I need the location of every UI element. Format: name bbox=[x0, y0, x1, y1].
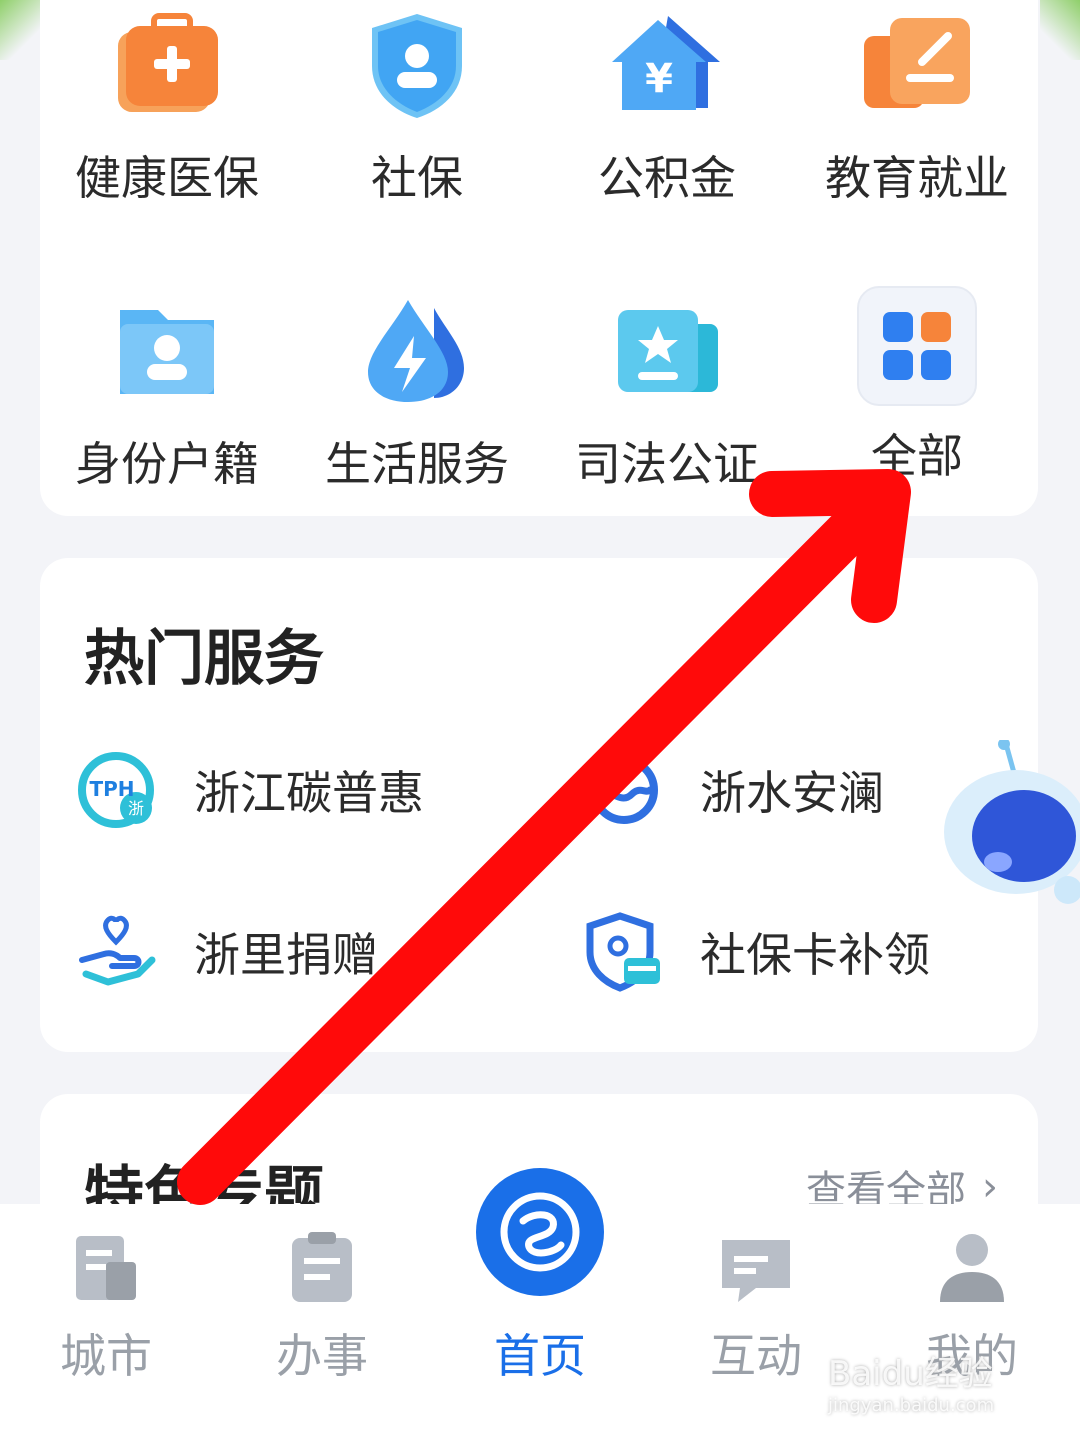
service-label: 社保 bbox=[371, 151, 463, 205]
hot-item-ss-card-reissue[interactable]: 社保卡补领 bbox=[584, 912, 930, 992]
service-identity-household[interactable]: 身份户籍 bbox=[42, 296, 292, 494]
service-label: 全部 bbox=[871, 429, 963, 483]
grid-all-icon bbox=[857, 286, 977, 406]
hot-item-label: 浙里捐赠 bbox=[194, 928, 378, 982]
tab-label: 互动 bbox=[710, 1329, 802, 1383]
star-badge-icon bbox=[612, 296, 722, 406]
service-education-employment[interactable]: 教育就业 bbox=[792, 10, 1042, 208]
clipboard-icon bbox=[282, 1228, 362, 1308]
city-icon bbox=[66, 1228, 146, 1308]
service-grid-card: 健康医保 社保 ¥ 公积金 教育就业 身份户籍 生活服务 司法公证 全部 bbox=[40, 0, 1038, 516]
service-health-insurance[interactable]: 健康医保 bbox=[42, 10, 292, 208]
service-judicial-notary[interactable]: 司法公证 bbox=[542, 296, 792, 494]
baidu-watermark: Baidu经验 jingyan.baidu.com bbox=[828, 1346, 1028, 1416]
watermark-brand: Baidu经验 bbox=[828, 1354, 993, 1394]
service-life-services[interactable]: 生活服务 bbox=[292, 296, 542, 494]
tab-home[interactable]: 首页 bbox=[440, 1308, 640, 1386]
tab-interact[interactable]: 互动 bbox=[656, 1228, 856, 1386]
home-logo-icon bbox=[500, 1192, 580, 1272]
background-leaf-decoration bbox=[1040, 0, 1080, 60]
service-label: 教育就业 bbox=[825, 151, 1009, 205]
hot-item-water-safety[interactable]: 浙水安澜 bbox=[584, 750, 884, 830]
hot-item-carbon-inclusion[interactable]: TPH 浙 浙江碳普惠 bbox=[78, 750, 424, 830]
hot-item-label: 浙江碳普惠 bbox=[194, 766, 424, 820]
tab-label: 首页 bbox=[494, 1329, 586, 1383]
tab-city[interactable]: 城市 bbox=[6, 1228, 206, 1386]
svg-text:¥: ¥ bbox=[645, 56, 673, 102]
hot-item-donation[interactable]: 浙里捐赠 bbox=[78, 912, 378, 992]
chat-icon bbox=[716, 1228, 796, 1308]
service-label: 生活服务 bbox=[325, 437, 509, 491]
tab-services[interactable]: 办事 bbox=[222, 1228, 422, 1386]
service-label: 公积金 bbox=[598, 151, 736, 205]
tab-label: 办事 bbox=[276, 1329, 368, 1383]
hot-item-label: 社保卡补领 bbox=[700, 928, 930, 982]
id-folder-icon bbox=[112, 296, 222, 406]
background-leaf-decoration bbox=[0, 0, 40, 60]
medical-kit-icon bbox=[112, 10, 222, 120]
hot-services-card: 热门服务 TPH 浙 浙江碳普惠 浙水安澜 浙里捐赠 社保卡补领 bbox=[40, 558, 1038, 1052]
certificate-pen-icon bbox=[862, 10, 972, 120]
user-icon bbox=[932, 1228, 1012, 1308]
svg-text:浙: 浙 bbox=[128, 799, 144, 818]
service-label: 司法公证 bbox=[575, 437, 759, 491]
svg-text:TPH: TPH bbox=[89, 777, 134, 801]
home-logo-button[interactable] bbox=[476, 1168, 604, 1296]
shield-person-icon bbox=[362, 10, 472, 120]
section-title: 热门服务 bbox=[84, 624, 324, 694]
water-wave-icon bbox=[584, 750, 664, 830]
house-yen-icon: ¥ bbox=[612, 10, 722, 120]
assistant-robot-button[interactable] bbox=[940, 738, 1080, 940]
service-social-security[interactable]: 社保 bbox=[292, 10, 542, 208]
shield-card-icon bbox=[584, 912, 664, 992]
service-housing-fund[interactable]: ¥ 公积金 bbox=[542, 10, 792, 208]
tph-logo-icon: TPH 浙 bbox=[78, 750, 158, 830]
water-drop-bolt-icon bbox=[362, 296, 472, 406]
service-all[interactable]: 全部 bbox=[792, 286, 1042, 486]
service-label: 身份户籍 bbox=[75, 437, 259, 491]
tab-label: 城市 bbox=[60, 1329, 152, 1383]
hand-heart-icon bbox=[78, 912, 158, 992]
service-label: 健康医保 bbox=[75, 151, 259, 205]
watermark-domain: jingyan.baidu.com bbox=[828, 1395, 995, 1416]
hot-item-label: 浙水安澜 bbox=[700, 766, 884, 820]
